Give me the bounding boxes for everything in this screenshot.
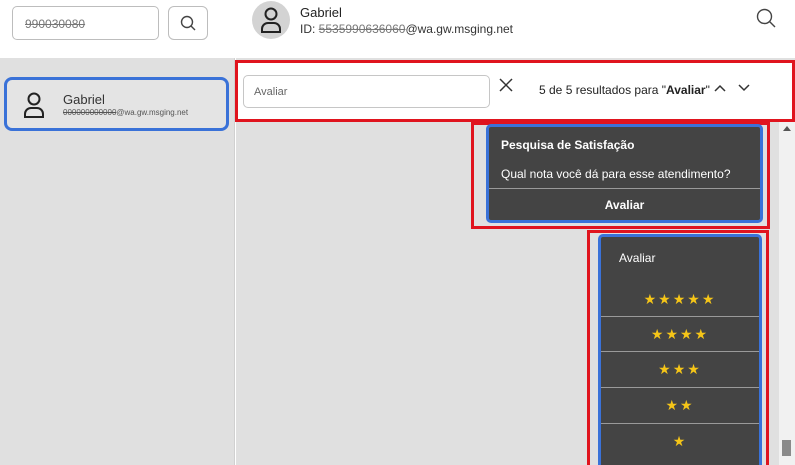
id-suffix: @wa.gw.msging.net	[405, 22, 514, 36]
contact-id-suffix: @wa.gw.msging.net	[116, 108, 189, 117]
search-icon[interactable]	[756, 8, 776, 28]
contact-search-input[interactable]: 990030080	[12, 6, 159, 40]
chevron-down-icon[interactable]	[738, 83, 750, 93]
rating-label: Avaliar	[619, 251, 656, 265]
rating-option-2[interactable]: ★★	[601, 388, 759, 422]
avaliar-button[interactable]: Avaliar	[489, 189, 760, 220]
rating-message: Avaliar ★★★★★ ★★★★ ★★★ ★★ ★	[598, 234, 762, 465]
message-search-input[interactable]: Avaliar	[243, 75, 490, 108]
survey-title: Pesquisa de Satisfação	[501, 138, 635, 152]
chat-header: Gabriel ID: 5535990636060@wa.gw.msging.n…	[236, 0, 795, 58]
search-icon	[180, 15, 196, 31]
results-suffix: "	[705, 83, 710, 97]
rating-option-5[interactable]: ★★★★★	[601, 282, 759, 316]
messages-scrollbar[interactable]	[779, 122, 795, 465]
results-prefix: 5 de 5 resultados para "	[539, 83, 667, 97]
contacts-sidebar: 990030080 Gabriel 000000000000@wa.gw.msg…	[0, 0, 235, 465]
survey-message: Pesquisa de Satisfação Qual nota você dá…	[486, 124, 763, 223]
survey-question: Qual nota você dá para esse atendimento?	[501, 167, 731, 181]
close-icon[interactable]	[499, 78, 513, 92]
contact-id: 000000000000@wa.gw.msging.net	[63, 108, 188, 117]
message-search-bar: Avaliar 5 de 5 resultados para "Avaliar"	[235, 60, 795, 122]
chat-contact-name: Gabriel	[300, 5, 342, 20]
results-term: Avaliar	[666, 83, 706, 97]
rating-option-4[interactable]: ★★★★	[601, 317, 759, 351]
user-icon	[261, 7, 281, 33]
chevron-up-icon[interactable]	[714, 83, 726, 93]
scroll-thumb[interactable]	[782, 440, 791, 456]
id-redacted: 5535990636060	[318, 22, 406, 36]
search-results-count: 5 de 5 resultados para "Avaliar"	[539, 83, 710, 97]
contact-id-redacted: 000000000000	[63, 108, 117, 117]
id-prefix: ID:	[300, 22, 319, 36]
chat-contact-id: ID: 5535990636060@wa.gw.msging.net	[300, 22, 513, 36]
sidebar-toolbar: 990030080	[0, 0, 235, 58]
rating-option-3[interactable]: ★★★	[601, 352, 759, 386]
scroll-up-arrow[interactable]	[783, 126, 791, 131]
rating-option-1[interactable]: ★	[601, 424, 759, 458]
contact-name: Gabriel	[63, 92, 105, 107]
contact-search-button[interactable]	[168, 6, 208, 40]
contact-list-item[interactable]: Gabriel 000000000000@wa.gw.msging.net	[4, 77, 229, 131]
avatar	[252, 1, 290, 39]
user-icon	[24, 92, 44, 118]
